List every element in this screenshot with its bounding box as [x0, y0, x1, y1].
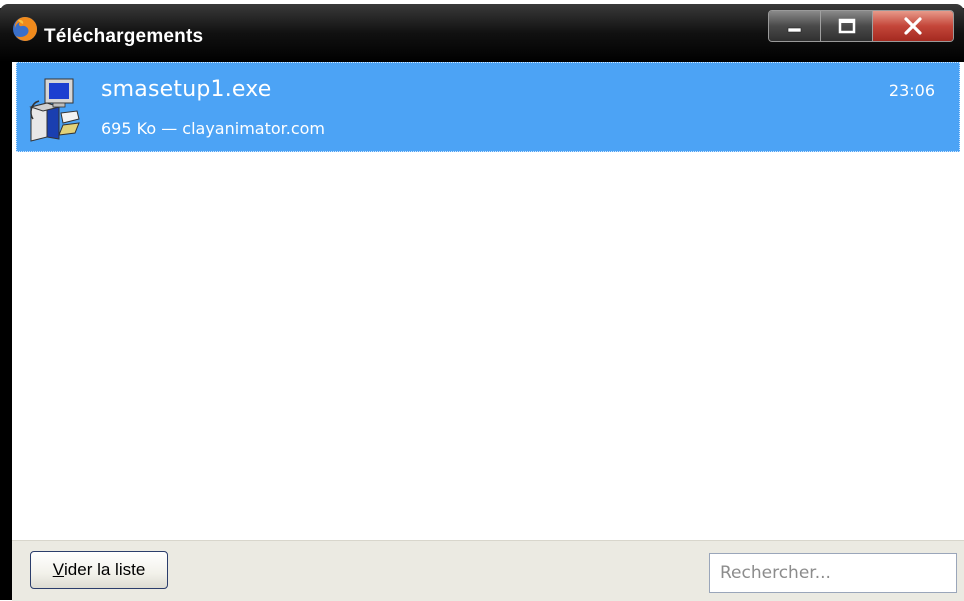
title-bar[interactable]: Téléchargements [0, 0, 964, 62]
download-time: 23:06 [888, 81, 935, 100]
maximize-button[interactable] [821, 11, 873, 41]
installer-icon [29, 78, 80, 142]
file-name: smasetup1.exe [101, 77, 272, 102]
clear-list-button[interactable]: Vider la liste [30, 551, 168, 589]
close-icon [904, 17, 922, 35]
bottom-toolbar: Vider la liste [12, 540, 964, 601]
downloads-list[interactable]: smasetup1.exe 695 Ko — clayanimator.com … [12, 62, 964, 540]
minimize-icon [787, 27, 801, 33]
clear-list-accelerator: V [52, 560, 65, 579]
window-controls [768, 10, 954, 42]
window-title: Téléchargements [44, 26, 204, 47]
maximize-icon [838, 18, 855, 34]
downloads-window: Téléchargements smasetup1.exe 695 Ko — c… [0, 0, 964, 601]
file-details: 695 Ko — clayanimator.com [101, 119, 326, 138]
firefox-icon [13, 16, 37, 41]
download-item[interactable]: smasetup1.exe 695 Ko — clayanimator.com … [16, 62, 960, 152]
clear-list-label: ider la liste [64, 560, 146, 579]
minimize-button[interactable] [769, 11, 821, 41]
close-button[interactable] [873, 11, 953, 41]
search-input[interactable] [709, 553, 957, 593]
